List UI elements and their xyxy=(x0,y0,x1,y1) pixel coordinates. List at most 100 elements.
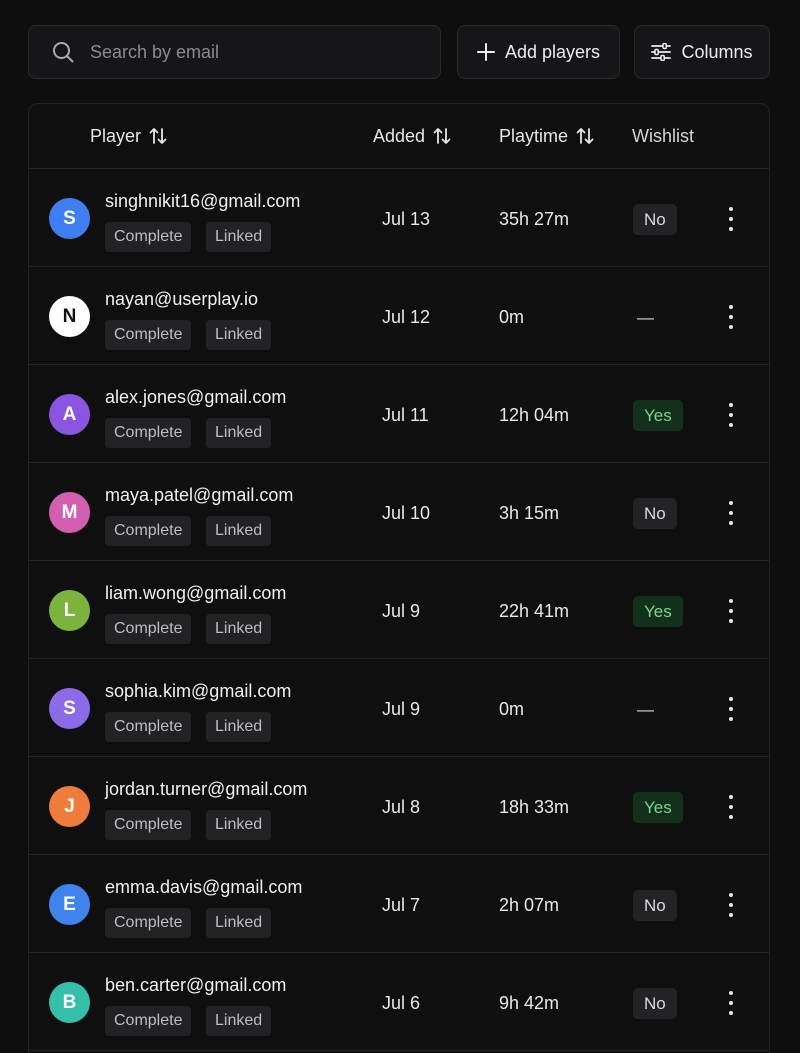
wishlist-badge: — xyxy=(637,308,654,327)
more-options-icon[interactable] xyxy=(721,696,741,722)
avatar: J xyxy=(49,786,90,827)
linked-badge: Linked xyxy=(206,810,272,840)
added-date: Jul 7 xyxy=(382,895,421,915)
playtime-value: 2h 07m xyxy=(499,895,560,915)
playtime-value: 22h 41m xyxy=(499,601,570,621)
table-row[interactable]: E emma.davis@gmail.com Complete Linked J… xyxy=(29,855,769,953)
players-table: Player Added Playtime Wishlist S singhni… xyxy=(28,103,770,1053)
more-options-icon[interactable] xyxy=(721,794,741,820)
avatar-initial: E xyxy=(63,893,76,915)
status-badge: Complete xyxy=(105,810,192,840)
added-date: Jul 12 xyxy=(382,307,431,327)
player-email: nayan@userplay.io xyxy=(105,289,259,309)
avatar-initial: N xyxy=(62,305,77,327)
sort-icon xyxy=(433,128,451,144)
search-input[interactable] xyxy=(88,40,392,64)
table-row[interactable]: S singhnikit16@gmail.com Complete Linked… xyxy=(29,169,769,267)
avatar: S xyxy=(49,688,90,729)
added-date: Jul 6 xyxy=(382,993,421,1013)
player-email: emma.davis@gmail.com xyxy=(105,877,303,897)
sort-icon xyxy=(149,128,167,144)
linked-badge: Linked xyxy=(206,712,272,742)
linked-badge: Linked xyxy=(206,516,272,546)
linked-badge: Linked xyxy=(206,222,272,252)
search-icon xyxy=(53,42,74,63)
column-header-wishlist: Wishlist xyxy=(632,104,694,168)
player-email: liam.wong@gmail.com xyxy=(105,583,287,603)
more-options-icon[interactable] xyxy=(721,598,741,624)
add-players-button[interactable]: Add players xyxy=(457,25,620,79)
table-row[interactable]: L liam.wong@gmail.com Complete Linked Ju… xyxy=(29,561,769,659)
added-date: Jul 9 xyxy=(382,601,421,621)
add-players-label: Add players xyxy=(504,41,601,62)
avatar-initial: M xyxy=(61,501,78,523)
table-row[interactable]: N nayan@userplay.io Complete Linked Jul … xyxy=(29,267,769,365)
column-header-playtime[interactable]: Playtime xyxy=(499,104,594,168)
table-row[interactable]: S sophia.kim@gmail.com Complete Linked J… xyxy=(29,659,769,757)
avatar: E xyxy=(49,884,90,925)
sort-icon xyxy=(576,128,594,144)
player-email: ben.carter@gmail.com xyxy=(105,975,287,995)
column-header-added[interactable]: Added xyxy=(373,104,451,168)
player-email: singhnikit16@gmail.com xyxy=(105,191,301,211)
column-header-added-label: Added xyxy=(373,125,426,146)
table-header: Player Added Playtime Wishlist xyxy=(29,104,769,169)
playtime-value: 12h 04m xyxy=(499,405,570,425)
status-badge: Complete xyxy=(105,712,192,742)
column-header-wishlist-label: Wishlist xyxy=(632,125,694,146)
avatar-initial: S xyxy=(63,207,76,229)
status-badge: Complete xyxy=(105,516,192,546)
plus-icon xyxy=(476,43,495,61)
player-email: alex.jones@gmail.com xyxy=(105,387,287,407)
wishlist-badge: No xyxy=(633,498,677,529)
playtime-value: 0m xyxy=(499,699,525,719)
column-header-playtime-label: Playtime xyxy=(499,125,569,146)
wishlist-badge: No xyxy=(633,988,677,1019)
playtime-value: 3h 15m xyxy=(499,503,560,523)
added-date: Jul 9 xyxy=(382,699,421,719)
avatar-initial: J xyxy=(64,795,75,817)
avatar: M xyxy=(49,492,90,533)
avatar-initial: A xyxy=(62,403,77,425)
table-row[interactable]: J jordan.turner@gmail.com Complete Linke… xyxy=(29,757,769,855)
linked-badge: Linked xyxy=(206,614,272,644)
wishlist-badge: — xyxy=(637,700,654,719)
added-date: Jul 10 xyxy=(382,503,431,523)
more-options-icon[interactable] xyxy=(721,304,741,330)
playtime-value: 35h 27m xyxy=(499,209,570,229)
player-email: maya.patel@gmail.com xyxy=(105,485,294,505)
table-row[interactable]: B ben.carter@gmail.com Complete Linked J… xyxy=(29,953,769,1051)
more-options-icon[interactable] xyxy=(721,990,741,1016)
status-badge: Complete xyxy=(105,222,192,252)
players-page: Add players Columns Player xyxy=(0,0,800,1053)
wishlist-badge: Yes xyxy=(633,596,683,627)
playtime-value: 18h 33m xyxy=(499,797,570,817)
more-options-icon[interactable] xyxy=(721,206,741,232)
added-date: Jul 8 xyxy=(382,797,421,817)
status-badge: Complete xyxy=(105,614,192,644)
columns-button[interactable]: Columns xyxy=(634,25,770,79)
avatar: A xyxy=(49,394,90,435)
column-header-player[interactable]: Player xyxy=(90,104,167,168)
search-box[interactable] xyxy=(28,25,441,79)
status-badge: Complete xyxy=(105,418,192,448)
table-row[interactable]: M maya.patel@gmail.com Complete Linked J… xyxy=(29,463,769,561)
wishlist-badge: Yes xyxy=(633,792,683,823)
linked-badge: Linked xyxy=(206,1006,272,1036)
more-options-icon[interactable] xyxy=(721,402,741,428)
status-badge: Complete xyxy=(105,908,192,938)
more-options-icon[interactable] xyxy=(721,500,741,526)
linked-badge: Linked xyxy=(206,320,272,350)
player-email: jordan.turner@gmail.com xyxy=(105,779,308,799)
table-row[interactable]: A alex.jones@gmail.com Complete Linked J… xyxy=(29,365,769,463)
more-options-icon[interactable] xyxy=(721,892,741,918)
toolbar: Add players Columns xyxy=(28,25,770,81)
avatar-initial: S xyxy=(63,697,76,719)
wishlist-badge: No xyxy=(633,204,677,235)
avatar: S xyxy=(49,198,90,239)
added-date: Jul 13 xyxy=(382,209,431,229)
linked-badge: Linked xyxy=(206,908,272,938)
avatar-initial: B xyxy=(62,991,77,1013)
wishlist-badge: No xyxy=(633,890,677,921)
status-badge: Complete xyxy=(105,1006,192,1036)
